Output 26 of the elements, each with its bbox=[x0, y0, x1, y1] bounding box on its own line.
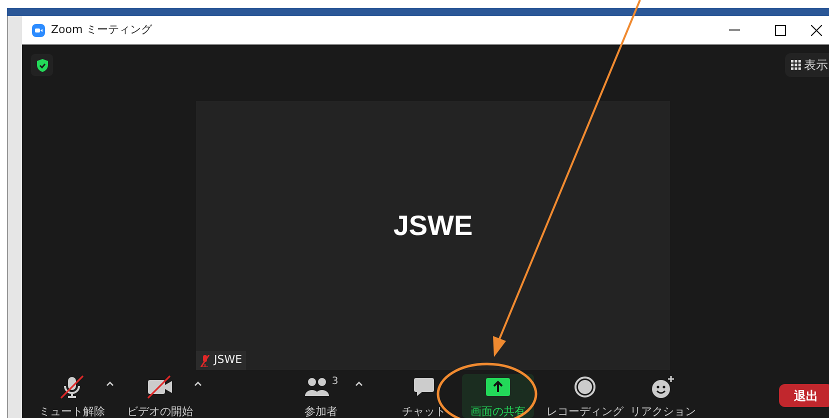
security-indicator[interactable] bbox=[31, 54, 53, 76]
window-title: Zoom ミーティング bbox=[51, 22, 152, 38]
participant-name-display: JSWE bbox=[393, 209, 473, 243]
view-button[interactable]: 表示 bbox=[785, 53, 829, 77]
toolbar-button[interactable]: リアクション bbox=[627, 374, 699, 418]
app-logo-icon bbox=[32, 24, 45, 36]
shield-icon bbox=[36, 58, 48, 72]
caret-icon bbox=[106, 380, 114, 386]
people-icon bbox=[304, 376, 330, 398]
grid-icon bbox=[791, 60, 801, 70]
close-icon bbox=[810, 24, 822, 36]
toolbar-button[interactable]: 3 参加者 bbox=[285, 374, 357, 418]
participant-name: JSWE bbox=[214, 352, 242, 368]
record-icon bbox=[574, 376, 596, 398]
toolbar-button[interactable]: ビデオの開始 bbox=[124, 374, 196, 418]
smiley-plus-icon bbox=[651, 375, 675, 399]
speech-bubble-icon bbox=[413, 376, 435, 398]
toolbar-button[interactable]: ミュート解除 bbox=[36, 374, 108, 418]
caret-icon bbox=[355, 380, 363, 386]
participant-count: 3 bbox=[332, 375, 338, 389]
leave-button[interactable]: 退出 bbox=[779, 384, 829, 407]
caret-icon bbox=[194, 380, 202, 386]
share-screen-icon bbox=[486, 378, 510, 396]
minimize-icon bbox=[728, 29, 740, 31]
toolbar-button[interactable]: チャット bbox=[388, 374, 460, 418]
maximize-icon bbox=[774, 24, 786, 36]
